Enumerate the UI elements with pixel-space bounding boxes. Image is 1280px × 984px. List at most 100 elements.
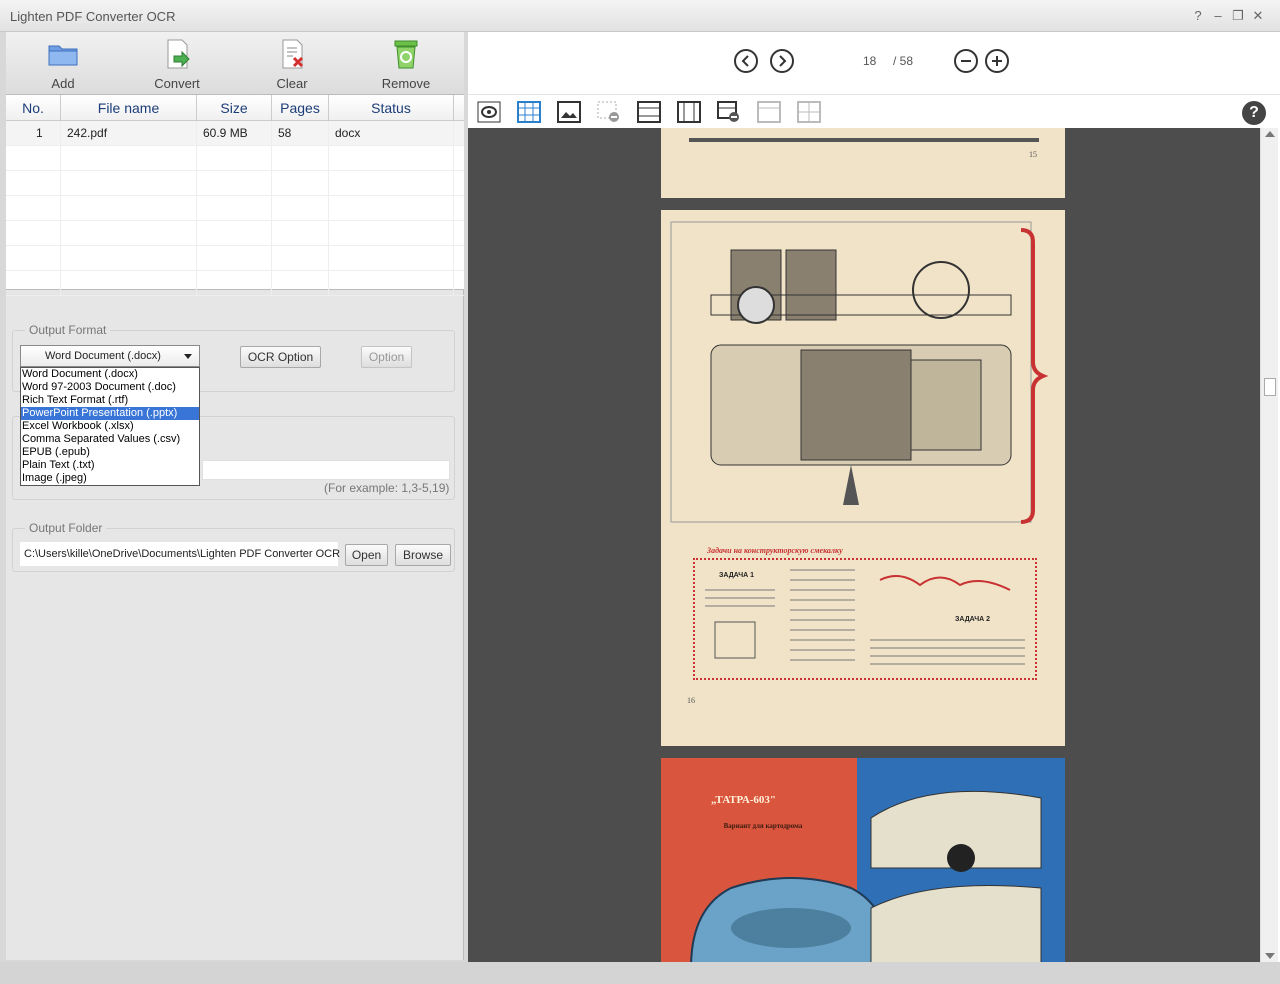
format-option-doc[interactable]: Word 97-2003 Document (.doc) bbox=[21, 381, 199, 394]
col-no[interactable]: No. bbox=[6, 95, 61, 120]
recycle-bin-icon bbox=[394, 40, 418, 69]
puzzle-frame: ЗАДАЧА 1 ЗАДАЧА 2 bbox=[693, 558, 1037, 680]
col-size[interactable]: Size bbox=[197, 95, 272, 120]
total-pages: / 58 bbox=[893, 54, 914, 68]
page-range-hint: (For example: 1,3-5,19) bbox=[324, 481, 450, 495]
pdf-page-current: Задачи на конструкторскую смекалку ЗАДАЧ… bbox=[661, 210, 1065, 746]
minus-icon bbox=[961, 60, 971, 62]
chevron-right-icon bbox=[779, 55, 787, 67]
plus-icon bbox=[992, 56, 1002, 66]
vertical-split-icon[interactable] bbox=[677, 101, 701, 123]
format-option-docx[interactable]: Word Document (.docx) bbox=[21, 368, 199, 381]
output-path-text: C:\Users\kille\OneDrive\Documents\Lighte… bbox=[24, 548, 341, 560]
table-row-empty bbox=[6, 196, 464, 221]
viewer-scrollbar[interactable] bbox=[1260, 128, 1278, 962]
format-option-txt[interactable]: Plain Text (.txt) bbox=[21, 459, 199, 472]
task2-label: ЗАДАЧА 2 bbox=[955, 616, 991, 623]
col-file-name[interactable]: File name bbox=[61, 95, 197, 120]
add-button[interactable]: Add bbox=[23, 38, 103, 94]
right-pane: 18 / 58 ? 15 Задачи на конструкторскую с… bbox=[468, 32, 1280, 962]
table-grid-icon-disabled bbox=[797, 101, 821, 123]
title-bar: Lighten PDF Converter OCR ? – ❐ ✕ bbox=[0, 0, 1280, 32]
chevron-left-icon bbox=[741, 55, 749, 67]
table-header: No. File name Size Pages Status bbox=[6, 95, 464, 121]
format-dropdown-list: Word Document (.docx) Word 97-2003 Docum… bbox=[20, 367, 200, 486]
clear-icon bbox=[282, 39, 304, 69]
row-file-name: 242.pdf bbox=[61, 121, 197, 145]
browse-button[interactable]: Browse bbox=[395, 544, 451, 566]
remove-button[interactable]: Remove bbox=[366, 38, 446, 94]
col-pages[interactable]: Pages bbox=[272, 95, 329, 120]
row-no: 1 bbox=[6, 121, 61, 145]
prev-page-button[interactable] bbox=[734, 49, 758, 73]
help-window-button[interactable]: ? bbox=[1190, 7, 1206, 25]
format-option-epub[interactable]: EPUB (.epub) bbox=[21, 446, 199, 459]
table-row-empty bbox=[6, 146, 464, 171]
grid-view-icon[interactable] bbox=[517, 101, 541, 123]
pdf-page-next: „ТАТРА-603" Вариант для картодрома bbox=[661, 758, 1065, 962]
close-button[interactable]: ✕ bbox=[1250, 7, 1266, 25]
scroll-down-icon[interactable] bbox=[1265, 953, 1275, 959]
car-illustration bbox=[690, 790, 1042, 962]
minimize-button[interactable]: – bbox=[1210, 7, 1226, 25]
scroll-thumb[interactable] bbox=[1264, 378, 1276, 396]
page-number-mid: 16 bbox=[687, 696, 695, 705]
main-toolbar: Add Convert Clear Remove bbox=[6, 32, 464, 94]
format-option-jpeg[interactable]: Image (.jpeg) bbox=[21, 472, 199, 485]
format-option-rtf[interactable]: Rich Text Format (.rtf) bbox=[21, 394, 199, 407]
pdf-page-top: 15 bbox=[661, 128, 1065, 198]
table-row-empty bbox=[6, 246, 464, 271]
zoom-out-button[interactable] bbox=[954, 49, 978, 73]
format-option-csv[interactable]: Comma Separated Values (.csv) bbox=[21, 433, 199, 446]
clear-button[interactable]: Clear bbox=[252, 38, 332, 94]
remove-region-icon bbox=[597, 101, 619, 122]
format-option-xlsx[interactable]: Excel Workbook (.xlsx) bbox=[21, 420, 199, 433]
table-row[interactable]: 1 242.pdf 60.9 MB 58 docx bbox=[6, 121, 464, 146]
horizontal-split-icon[interactable] bbox=[637, 101, 661, 123]
next-page-button[interactable] bbox=[770, 49, 794, 73]
delete-line-icon[interactable] bbox=[717, 101, 741, 123]
scroll-up-icon[interactable] bbox=[1265, 131, 1275, 137]
open-folder-button[interactable]: Open bbox=[345, 544, 388, 566]
left-pane: Add Convert Clear Remove No. File name S… bbox=[6, 32, 464, 960]
view-toolbar: ? bbox=[468, 94, 1280, 128]
eye-icon[interactable] bbox=[477, 101, 501, 123]
pdf-viewer[interactable]: 15 Задачи на конструкторскую смекалку ЗА… bbox=[468, 128, 1260, 962]
format-select[interactable]: Word Document (.docx) bbox=[20, 345, 200, 367]
table-row-empty bbox=[6, 221, 464, 246]
viewer-navbar: 18 / 58 bbox=[468, 32, 1280, 94]
folder-icon bbox=[48, 45, 78, 66]
status-bar bbox=[0, 962, 1280, 984]
option-button: Option bbox=[361, 346, 412, 368]
table-row-empty bbox=[6, 171, 464, 196]
ocr-option-button[interactable]: OCR Option bbox=[240, 346, 321, 368]
app-title: Lighten PDF Converter OCR bbox=[10, 9, 176, 24]
table-row-empty bbox=[6, 271, 464, 296]
puzzle-heading: Задачи на конструкторскую смекалку bbox=[707, 546, 843, 555]
row-size: 60.9 MB bbox=[197, 121, 272, 145]
page-range-input[interactable] bbox=[202, 460, 450, 480]
convert-icon bbox=[167, 39, 190, 69]
image-icon[interactable] bbox=[557, 101, 581, 123]
page-number-top: 15 bbox=[1029, 150, 1037, 159]
convert-label: Convert bbox=[154, 76, 200, 91]
output-format-label: Output Format bbox=[25, 323, 111, 337]
convert-button[interactable]: Convert bbox=[137, 38, 217, 94]
output-folder-label: Output Folder bbox=[25, 521, 107, 535]
file-table: No. File name Size Pages Status 1 242.pd… bbox=[6, 94, 464, 296]
format-option-pptx[interactable]: PowerPoint Presentation (.pptx) bbox=[21, 407, 199, 420]
task1-label: ЗАДАЧА 1 bbox=[719, 572, 755, 579]
chevron-down-icon[interactable] bbox=[184, 354, 192, 359]
row-pages: 58 bbox=[272, 121, 329, 145]
window-controls: ? – ❐ ✕ bbox=[1190, 7, 1266, 25]
current-page[interactable]: 18 bbox=[863, 54, 876, 68]
restore-button[interactable]: ❐ bbox=[1230, 7, 1246, 25]
add-label: Add bbox=[51, 76, 75, 91]
zoom-in-button[interactable] bbox=[985, 49, 1009, 73]
format-selected-value: Word Document (.docx) bbox=[45, 350, 161, 362]
help-icon[interactable]: ? bbox=[1242, 101, 1266, 125]
clear-label: Clear bbox=[276, 76, 308, 91]
remove-label: Remove bbox=[381, 76, 431, 91]
row-status: docx bbox=[329, 121, 454, 145]
col-status[interactable]: Status bbox=[329, 95, 454, 120]
